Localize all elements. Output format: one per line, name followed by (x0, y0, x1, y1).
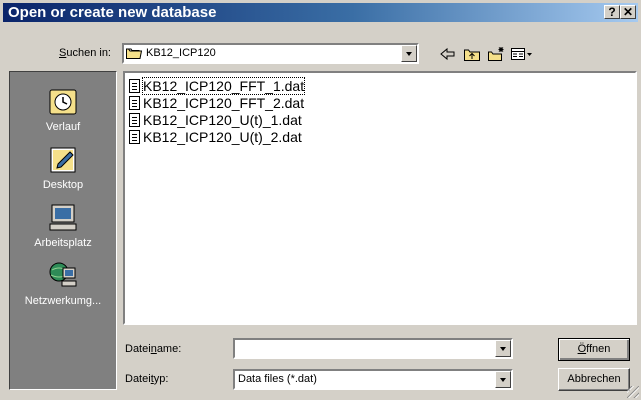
resize-grip[interactable] (627, 386, 639, 398)
computer-icon (49, 204, 77, 231)
filename-input[interactable] (233, 338, 513, 359)
text-file-icon (129, 96, 140, 110)
filetype-label: Dateityp: (125, 373, 169, 385)
view-menu-icon (511, 48, 532, 60)
look-in-dropdown[interactable]: KB12_ICP120 (122, 43, 419, 64)
cancel-button[interactable]: Abbrechen (558, 368, 630, 391)
place-history[interactable]: Verlauf (10, 86, 116, 134)
text-file-icon (129, 113, 140, 127)
file-list[interactable]: KB12_ICP120_FFT_1.dat KB12_ICP120_FFT_2.… (123, 71, 637, 325)
up-folder-button[interactable] (463, 46, 481, 62)
folder-icon (126, 48, 142, 59)
look-in-value: KB12_ICP120 (146, 47, 216, 59)
close-icon: ✕ (622, 5, 634, 19)
open-database-dialog: Open or create new database ? ✕ Suchen i… (0, 0, 641, 400)
window-title: Open or create new database (8, 4, 217, 21)
places-bar: Verlauf Desktop Arbeitsplatz Netzwerkumg… (9, 71, 117, 390)
filename-label: Dateiname: (125, 343, 182, 355)
new-folder-button[interactable] (487, 46, 505, 62)
chevron-down-icon[interactable] (495, 340, 511, 357)
open-button[interactable]: Öffnen (558, 338, 630, 361)
help-button[interactable]: ? (604, 5, 620, 19)
view-menu-button[interactable] (510, 46, 534, 62)
text-file-icon (129, 79, 140, 93)
help-icon: ? (608, 5, 616, 19)
text-file-icon (129, 130, 140, 144)
desktop-icon (50, 147, 76, 173)
filetype-dropdown[interactable]: Data files (*.dat) (233, 369, 513, 390)
new-folder-icon (488, 47, 504, 61)
network-icon (49, 262, 77, 287)
back-button[interactable] (439, 46, 457, 62)
place-desktop[interactable]: Desktop (10, 144, 116, 192)
back-arrow-icon (440, 47, 455, 61)
place-network[interactable]: Netzwerkumg... (10, 260, 116, 308)
chevron-down-icon[interactable] (401, 45, 417, 62)
title-bar[interactable]: Open or create new database ? ✕ (3, 3, 638, 22)
filetype-value: Data files (*.dat) (238, 373, 317, 385)
history-icon (49, 89, 77, 115)
chevron-down-icon[interactable] (495, 371, 511, 388)
place-my-computer[interactable]: Arbeitsplatz (10, 202, 116, 250)
look-in-label: Suchen in: (59, 47, 111, 59)
up-folder-icon (464, 49, 480, 61)
close-button[interactable]: ✕ (620, 5, 636, 19)
